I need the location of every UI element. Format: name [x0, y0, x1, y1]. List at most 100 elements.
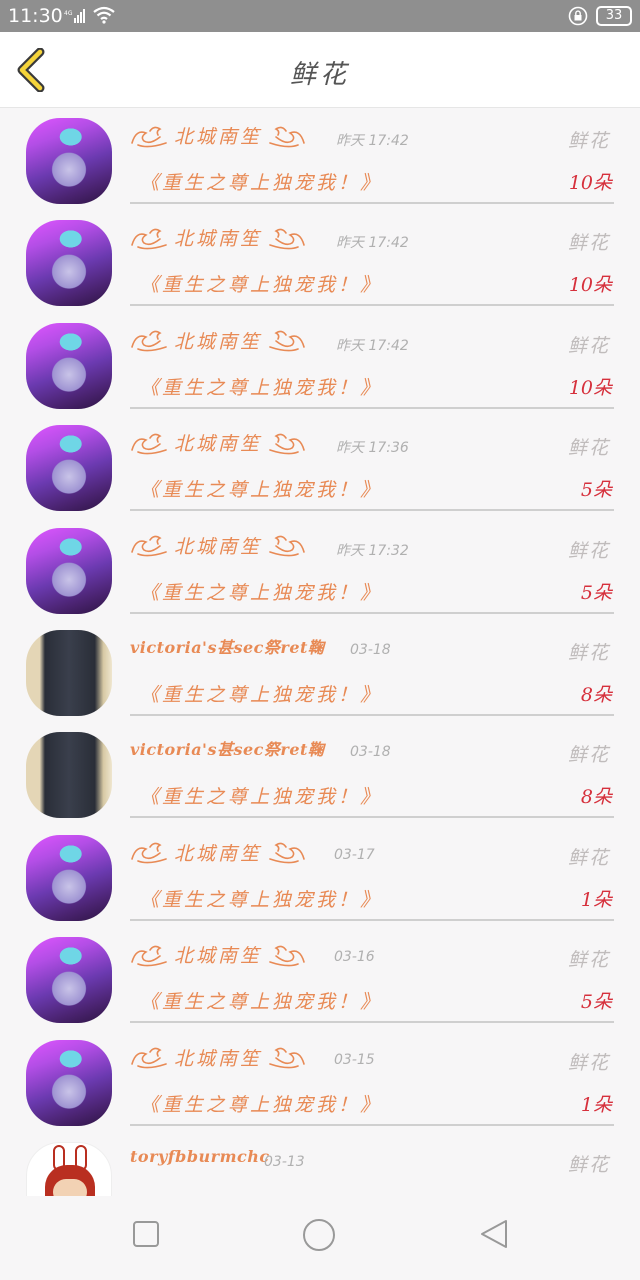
app-header: 鲜花	[0, 32, 640, 108]
gift-type: 鲜花	[567, 232, 610, 255]
page-title: 鲜花	[289, 60, 350, 90]
list-item[interactable]: 北城南笙 昨天 17:32 鲜花 《重生之尊上独宠我！》 5朵	[0, 520, 640, 622]
list-item[interactable]: 北城南笙 昨天 17:36 鲜花 《重生之尊上独宠我！》 5朵	[0, 417, 640, 519]
name-row: toryfbburmchc	[130, 1146, 270, 1176]
list-item[interactable]: 北城南笙 昨天 17:42 鲜花 《重生之尊上独宠我！》 10朵	[0, 212, 640, 314]
book-title[interactable]: 《重生之尊上独宠我！》	[140, 373, 382, 400]
gift-count: 10朵	[568, 172, 612, 194]
gift-count: 1朵	[580, 888, 612, 911]
divider	[130, 713, 614, 716]
sender-name: 北城南笙	[174, 126, 263, 148]
gift-time: 昨天 17:36	[336, 440, 409, 457]
swirl-right-decoration	[269, 1047, 305, 1069]
lock-rotation-icon	[568, 6, 588, 26]
avatar[interactable]	[26, 220, 112, 307]
divider	[130, 1021, 614, 1024]
divider	[130, 918, 614, 921]
gift-time: 昨天 17:32	[336, 542, 409, 559]
gift-type: 鲜花	[567, 641, 610, 664]
avatar[interactable]	[26, 118, 112, 204]
gift-count: 10朵	[568, 274, 612, 297]
book-title[interactable]: 《重生之尊上独宠我！》	[140, 475, 382, 502]
divider	[130, 202, 614, 204]
sender-name: victoria's甚sec祭ret鞠	[130, 740, 325, 760]
gift-time: 03-18	[350, 641, 391, 658]
divider	[130, 611, 614, 614]
swirl-left-decoration	[131, 842, 167, 864]
name-row: victoria's甚sec祭ret鞠	[130, 634, 324, 664]
gift-time: 昨天 17:42	[336, 133, 409, 149]
book-title[interactable]: 《重生之尊上独宠我！》	[140, 782, 382, 809]
gift-type: 鲜花	[567, 1051, 610, 1074]
signal-icon: 4G	[64, 9, 85, 23]
swirl-right-decoration	[269, 535, 305, 557]
status-bar: 11:30 4G 33	[0, 0, 640, 32]
divider	[130, 406, 614, 409]
gift-time: 03-18	[350, 744, 391, 761]
sender-name: 北城南笙	[174, 535, 263, 558]
gift-type: 鲜花	[567, 539, 610, 562]
avatar[interactable]	[26, 425, 112, 512]
name-row: 北城南笙	[130, 327, 306, 357]
sender-name: toryfbburmchc	[130, 1146, 270, 1166]
sender-name: 北城南笙	[174, 433, 263, 456]
list-item[interactable]: victoria's甚sec祭ret鞠 03-18 鲜花 《重生之尊上独宠我！》…	[0, 622, 640, 724]
list-item[interactable]: 北城南笙 昨天 17:42 鲜花 《重生之尊上独宠我！》 10朵	[0, 315, 640, 417]
gift-time: 03-17	[334, 846, 375, 863]
avatar[interactable]	[26, 937, 112, 1024]
book-title[interactable]: 《重生之尊上独宠我！》	[140, 1090, 382, 1117]
gift-type: 鲜花	[567, 744, 610, 767]
swirl-right-decoration	[269, 228, 305, 250]
book-title[interactable]: 《重生之尊上独宠我！》	[140, 270, 382, 297]
avatar[interactable]	[26, 527, 112, 614]
swirl-right-decoration	[269, 330, 305, 352]
triangle-back-icon[interactable]	[478, 1218, 510, 1250]
gift-time: 03-13	[264, 1153, 305, 1170]
square-icon[interactable]	[132, 1220, 160, 1248]
circle-icon[interactable]	[302, 1218, 336, 1252]
gift-time: 昨天 17:42	[336, 337, 409, 354]
avatar[interactable]	[26, 1039, 112, 1126]
battery-indicator: 33	[596, 6, 632, 26]
swirl-right-decoration	[269, 126, 305, 147]
divider	[130, 509, 614, 512]
status-time: 11:30	[8, 5, 63, 27]
book-title[interactable]: 《重生之尊上独宠我！》	[140, 578, 382, 605]
swirl-left-decoration	[131, 945, 167, 967]
gift-type: 鲜花	[567, 334, 610, 357]
gift-time: 昨天 17:42	[336, 235, 409, 252]
list-item[interactable]: 北城南笙 03-17 鲜花 《重生之尊上独宠我！》 1朵	[0, 827, 640, 929]
swirl-left-decoration	[131, 433, 167, 455]
gift-type: 鲜花	[567, 846, 610, 869]
sender-name: 北城南笙	[174, 945, 263, 968]
divider	[130, 1123, 614, 1126]
avatar[interactable]	[26, 1141, 112, 1196]
swirl-right-decoration	[269, 433, 305, 455]
avatar[interactable]	[26, 629, 112, 716]
avatar[interactable]	[26, 732, 112, 819]
gift-count: 5朵	[580, 991, 612, 1014]
gift-time: 03-15	[334, 1051, 375, 1068]
divider	[130, 304, 614, 307]
svg-text:4G: 4G	[64, 10, 73, 17]
book-title[interactable]: 《重生之尊上独宠我！》	[140, 680, 382, 707]
list-item[interactable]: toryfbburmchc 03-13 鲜花	[0, 1134, 640, 1196]
list-item[interactable]: 北城南笙 03-15 鲜花 《重生之尊上独宠我！》 1朵	[0, 1032, 640, 1134]
gift-type: 鲜花	[567, 437, 610, 460]
sender-name: victoria's甚sec祭ret鞠	[130, 637, 325, 657]
avatar[interactable]	[26, 834, 112, 921]
list-item[interactable]: 北城南笙 03-16 鲜花 《重生之尊上独宠我！》 5朵	[0, 929, 640, 1031]
name-row: 北城南笙	[130, 532, 306, 562]
avatar[interactable]	[26, 322, 112, 409]
swirl-right-decoration	[269, 842, 305, 864]
list-item[interactable]: victoria's甚sec祭ret鞠 03-18 鲜花 《重生之尊上独宠我！》…	[0, 724, 640, 826]
system-nav-bar	[0, 1196, 640, 1280]
book-title[interactable]: 《重生之尊上独宠我！》	[140, 168, 382, 195]
gift-record-list[interactable]: 北城南笙 昨天 17:42 鲜花 《重生之尊上独宠我！》 10朵 北城南笙 昨天…	[0, 110, 640, 1196]
sender-name: 北城南笙	[174, 842, 263, 865]
book-title[interactable]: 《重生之尊上独宠我！》	[140, 885, 382, 912]
sender-name: 北城南笙	[174, 228, 263, 251]
name-row: 北城南笙	[130, 941, 306, 971]
book-title[interactable]: 《重生之尊上独宠我！》	[140, 987, 382, 1014]
list-item[interactable]: 北城南笙 昨天 17:42 鲜花 《重生之尊上独宠我！》 10朵	[0, 110, 640, 212]
